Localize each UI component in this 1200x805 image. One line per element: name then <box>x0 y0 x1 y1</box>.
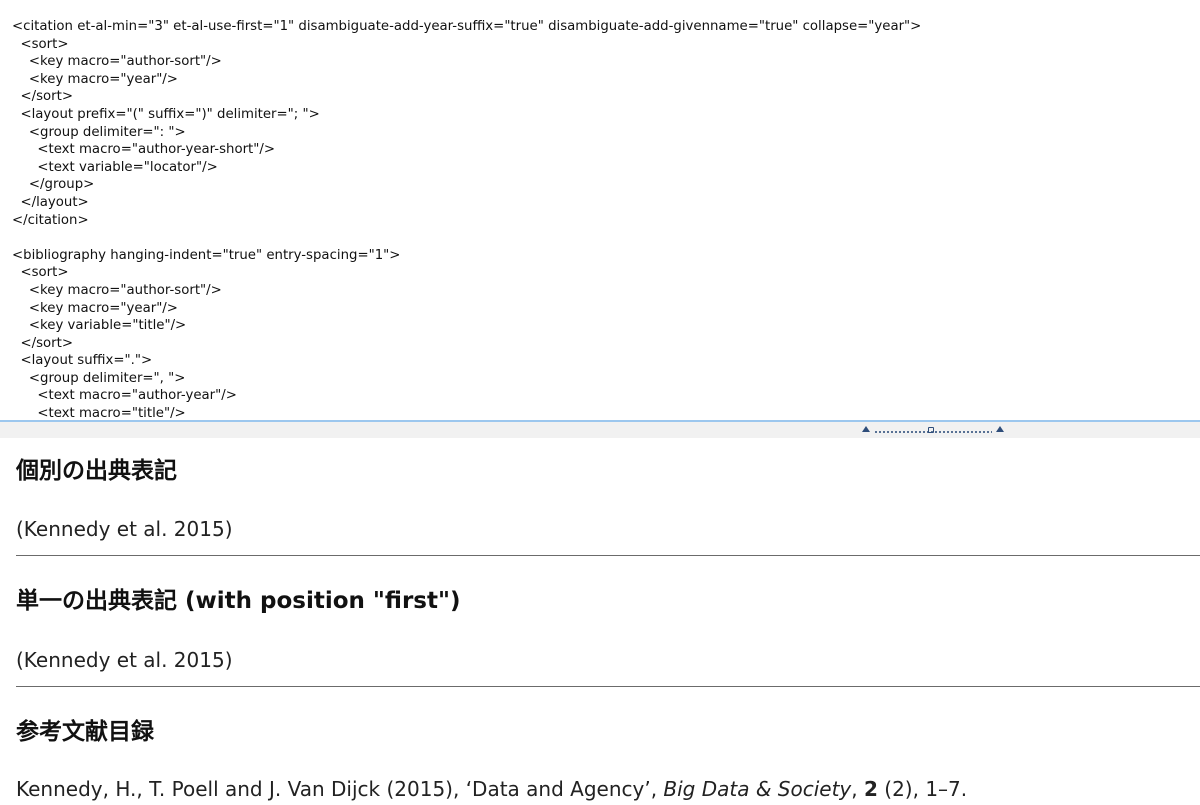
arrow-up-icon[interactable] <box>862 426 870 432</box>
citation-preview: 個別の出典表記 (Kennedy et al. 2015) 単一の出典表記 (w… <box>0 438 1200 805</box>
code-line: <citation et-al-min="3" et-al-use-first=… <box>12 19 922 34</box>
code-line: <key macro="author-sort"/> <box>12 282 222 298</box>
code-line: </citation> <box>12 212 89 228</box>
bib-separator: , <box>650 777 664 801</box>
grip-center-icon <box>928 427 934 433</box>
section-heading-single-citation-first: 単一の出典表記 (with position "first") <box>16 588 461 614</box>
code-line: <layout suffix="."> <box>12 353 153 369</box>
resize-handle-icon[interactable] <box>860 426 1006 436</box>
code-line: <key macro="author-sort"/> <box>12 54 222 70</box>
code-line: </sort> <box>12 335 73 351</box>
citation-example: (Kennedy et al. 2015) <box>16 517 233 541</box>
code-line: <text variable="locator"/> <box>12 159 218 175</box>
code-line: <sort> <box>12 265 69 281</box>
code-line: <key macro="year"/> <box>12 300 178 316</box>
code-line: <bibliography hanging-indent="true" entr… <box>12 247 401 263</box>
section-divider <box>16 686 1200 687</box>
bibliography-entry: Kennedy, H., T. Poell and J. Van Dijck (… <box>16 775 967 803</box>
bib-issue-pages: (2), 1–7. <box>877 777 968 801</box>
bib-authors-year: Kennedy, H., T. Poell and J. Van Dijck (… <box>16 777 466 801</box>
code-line: </group> <box>12 177 95 193</box>
code-line: <key macro="year"/> <box>12 71 178 87</box>
code-lines: <citation et-al-min="3" et-al-use-first=… <box>12 18 1200 420</box>
code-line: </layout> <box>12 194 89 210</box>
pane-splitter[interactable] <box>0 420 1200 438</box>
citation-example: (Kennedy et al. 2015) <box>16 648 233 672</box>
code-line: <layout prefix="(" suffix=")" delimiter=… <box>12 106 320 122</box>
code-line: <key variable="title"/> <box>12 318 187 334</box>
code-line: <group delimiter=": "> <box>12 124 186 140</box>
bib-journal: Big Data & Society <box>663 777 852 801</box>
code-line: <text macro="title"/> <box>12 406 186 420</box>
bib-title: ‘Data and Agency’ <box>465 777 651 801</box>
code-line: <text macro="author-year-short"/> <box>12 142 276 158</box>
code-line: <sort> <box>12 36 69 52</box>
section-heading-individual-citation: 個別の出典表記 <box>16 458 177 484</box>
arrow-up-icon[interactable] <box>996 426 1004 432</box>
code-line: <text macro="author-year"/> <box>12 388 237 404</box>
code-line: </sort> <box>12 89 73 105</box>
section-heading-bibliography: 参考文献目録 <box>16 719 154 745</box>
code-line: <group delimiter=", "> <box>12 370 186 386</box>
bib-volume: 2 <box>864 777 878 801</box>
csl-code-editor[interactable]: <citation et-al-min="3" et-al-use-first=… <box>0 0 1200 420</box>
section-divider <box>16 555 1200 556</box>
bib-separator: , <box>851 777 864 801</box>
